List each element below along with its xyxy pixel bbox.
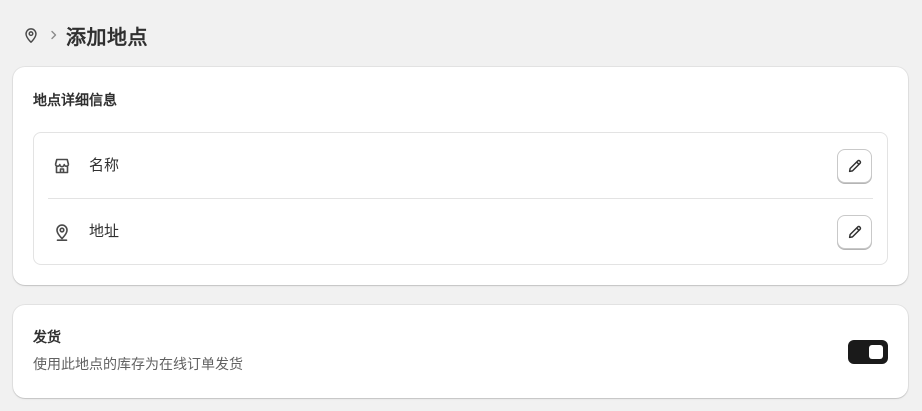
- address-label: 地址: [89, 222, 120, 240]
- shipping-card: 发货 使用此地点的库存为在线订单发货: [13, 305, 908, 398]
- add-location-page: 添加地点 地点详细信息 名称 地址 发货 使用此地点的库存为在线订单发货: [0, 0, 922, 411]
- name-label: 名称: [89, 156, 120, 174]
- store-icon: [52, 156, 72, 176]
- location-pin-icon: [52, 222, 72, 242]
- location-pin-icon[interactable]: [22, 26, 40, 44]
- details-list: 名称 地址: [33, 132, 888, 265]
- toggle-knob: [869, 345, 883, 359]
- shipping-description: 使用此地点的库存为在线订单发货: [33, 357, 243, 373]
- shipping-toggle[interactable]: [848, 340, 888, 364]
- name-row: 名称: [34, 133, 887, 199]
- card-title: 地点详细信息: [33, 93, 117, 109]
- shipping-title: 发货: [33, 330, 61, 346]
- edit-name-button[interactable]: [837, 149, 872, 183]
- page-header: 添加地点: [22, 21, 148, 49]
- pencil-icon: [846, 157, 864, 175]
- edit-address-button[interactable]: [837, 215, 872, 249]
- chevron-right-icon: [50, 29, 60, 41]
- address-row: 地址: [34, 199, 887, 265]
- page-title: 添加地点: [66, 24, 148, 49]
- pencil-icon: [846, 223, 864, 241]
- location-details-card: 地点详细信息 名称 地址: [13, 67, 908, 285]
